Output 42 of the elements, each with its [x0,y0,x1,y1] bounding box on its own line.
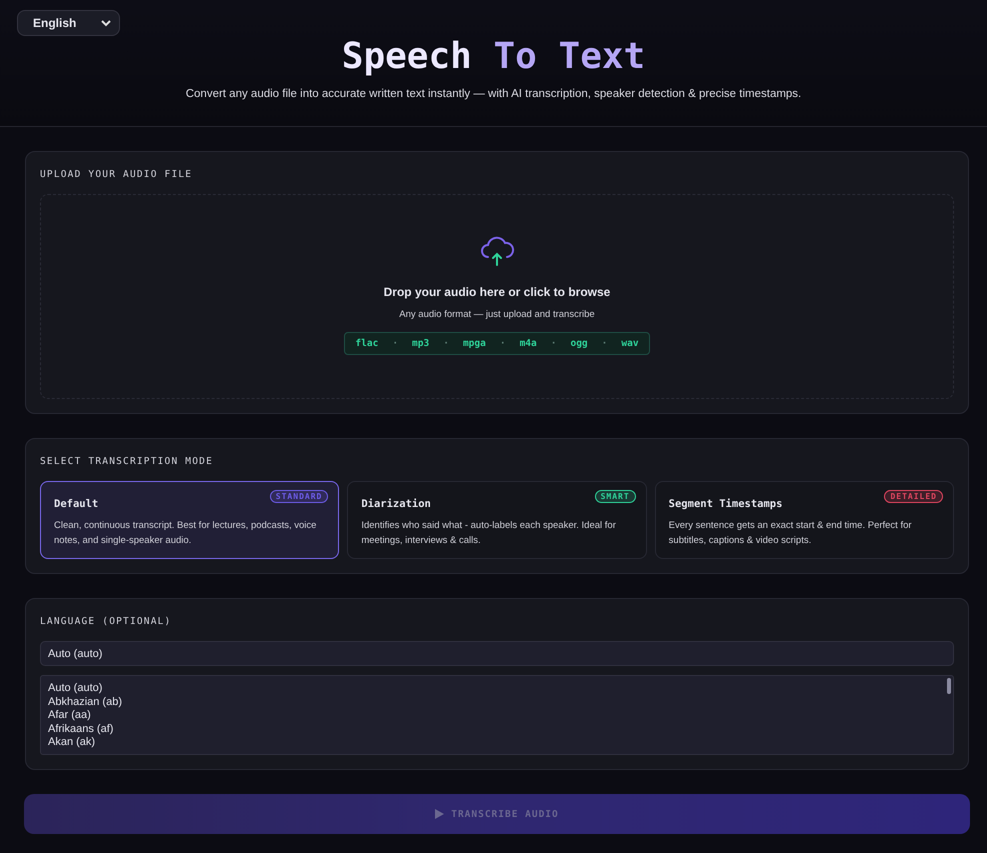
section-heading: LANGUAGE (OPTIONAL) [40,616,172,627]
language-option[interactable]: Auto (auto) [48,682,946,696]
format-tag: wav [621,338,639,349]
separator-dot: · [602,338,608,349]
mode-title: Default [54,498,98,510]
mode-option[interactable]: Diarization SMART Identifies who said what - auto-labels each speaker. Ideal for meetings, interviews & calls. [347,481,647,559]
mode-title: Diarization [361,498,431,510]
format-tag: flac [355,338,378,349]
drop-prompt: Drop your audio here or click to browse [384,285,610,299]
format-tag: m4a [520,338,537,349]
language-field[interactable]: Auto (auto) [40,641,954,666]
mode-title: Segment Timestamps [668,498,782,510]
mode-option[interactable]: Segment Timestamps DETAILED Every sentence gets an exact start & end time. Perfect for subtitles, captions & video scripts. [654,481,954,559]
separator-dot: · [500,338,506,349]
format-tag: ogg [570,338,588,349]
page-subtitle: Convert any audio file into accurate written text instantly — with AI transcription, speaker detection & precise timestamps. [184,88,802,100]
mode-badge: SMART [594,490,636,503]
mode-description: Every sentence gets an exact start & end time. Perfect for subtitles, captions & video scripts. [668,519,913,548]
separator-dot: · [392,338,398,349]
separator-dot: · [550,338,556,349]
language-option[interactable]: Afrikaans (af) [48,722,946,736]
format-tag: mpga [462,338,486,349]
language-option[interactable]: Afar (aa) [48,709,946,722]
page-title: Speech To Text [342,36,646,77]
chevron-icon [101,20,111,26]
separator-dot: · [443,338,449,349]
mode-description: Clean, continuous transcript. Best for lectures, podcasts, voice notes, and single-speaker audio. [54,519,318,548]
play-icon [435,809,444,819]
mode-badge: STANDARD [270,490,328,503]
format-tag: mp3 [412,338,430,349]
mode-badge: DETAILED [884,490,943,503]
drop-hint: Any audio format — just upload and transcribe [399,309,595,320]
mode-option[interactable]: Default STANDARD Clean, continuous transcript. Best for lectures, podcasts, voice notes, and single-speaker audio. [40,481,340,559]
mode-description: Identifies who said what - auto-labels each speaker. Ideal for meetings, interviews & calls. [361,519,617,548]
cloud-upload-icon [479,235,515,267]
language-option[interactable]: Akan (ak) [48,736,946,750]
language-option[interactable]: Abkhazian (ab) [48,696,946,709]
section-heading: SELECT TRANSCRIPTION MODE [40,456,214,467]
drop-zone[interactable]: Drop your audio here or click to browse Any audio format — just upload and transcribe flac · mp3 · mpga · m4a · ogg · wav [40,194,954,399]
scrollbar-thumb[interactable] [947,678,951,694]
language-dropdown[interactable]: English [17,10,120,36]
section-heading: UPLOAD YOUR AUDIO FILE [40,169,194,180]
